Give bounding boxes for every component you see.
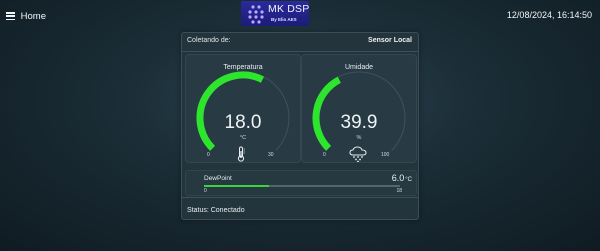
logo-subtitle: By Elio AES [271,17,297,22]
logo-title: MK DSP [268,3,309,15]
dewpoint-panel: DewPoint 6.0°C 0 18 [185,170,417,196]
brand-logo: MK DSP By Elio AES [241,1,309,26]
humidity-gauge: Umidade 39.9 % 0 100 [301,54,417,163]
status-bar: Status: Conectado [182,197,418,220]
dewpoint-value-display: 6.0°C [392,173,412,183]
connection-status: Status: Conectado [187,207,245,214]
home-menu-button[interactable]: Home [6,9,46,23]
sensor-card: Coletando de: Sensor Local Temperatura 1… [181,32,419,220]
card-header: Coletando de: Sensor Local [182,33,418,52]
humidity-unit: % [356,135,362,141]
sensor-source-name: Sensor Local [368,37,412,44]
temperature-unit: °C [239,135,247,141]
dewpoint-min: 0 [204,188,207,194]
temperature-value: 18.0 [224,112,262,133]
thermometer-icon [237,146,245,162]
humidity-value: 39.9 [340,112,378,133]
temperature-max: 30 [268,152,274,158]
humidity-max: 100 [381,152,390,158]
rain-cloud-icon [349,146,367,162]
dewpoint-unit: °C [405,177,412,183]
temperature-min: 0 [207,152,210,158]
hamburger-icon [6,12,15,20]
top-bar: Home MK DSP By Elio AES 12/08/2024, 16:1… [0,0,600,30]
dewpoint-bar-fill [204,185,270,187]
dewpoint-value: 6.0 [391,173,405,183]
dewpoint-bar [204,185,400,187]
dewpoint-max: 18 [396,188,402,194]
dewpoint-label: DewPoint [204,175,232,182]
humidity-min: 0 [323,152,326,158]
collecting-from-label: Coletando de: [187,37,231,44]
home-label: Home [20,10,46,22]
temperature-gauge: Temperatura 18.0 °C 0 30 [185,54,301,163]
datetime-display: 12/08/2024, 16:14:50 [506,10,592,20]
logo-dots-icon [248,5,264,24]
